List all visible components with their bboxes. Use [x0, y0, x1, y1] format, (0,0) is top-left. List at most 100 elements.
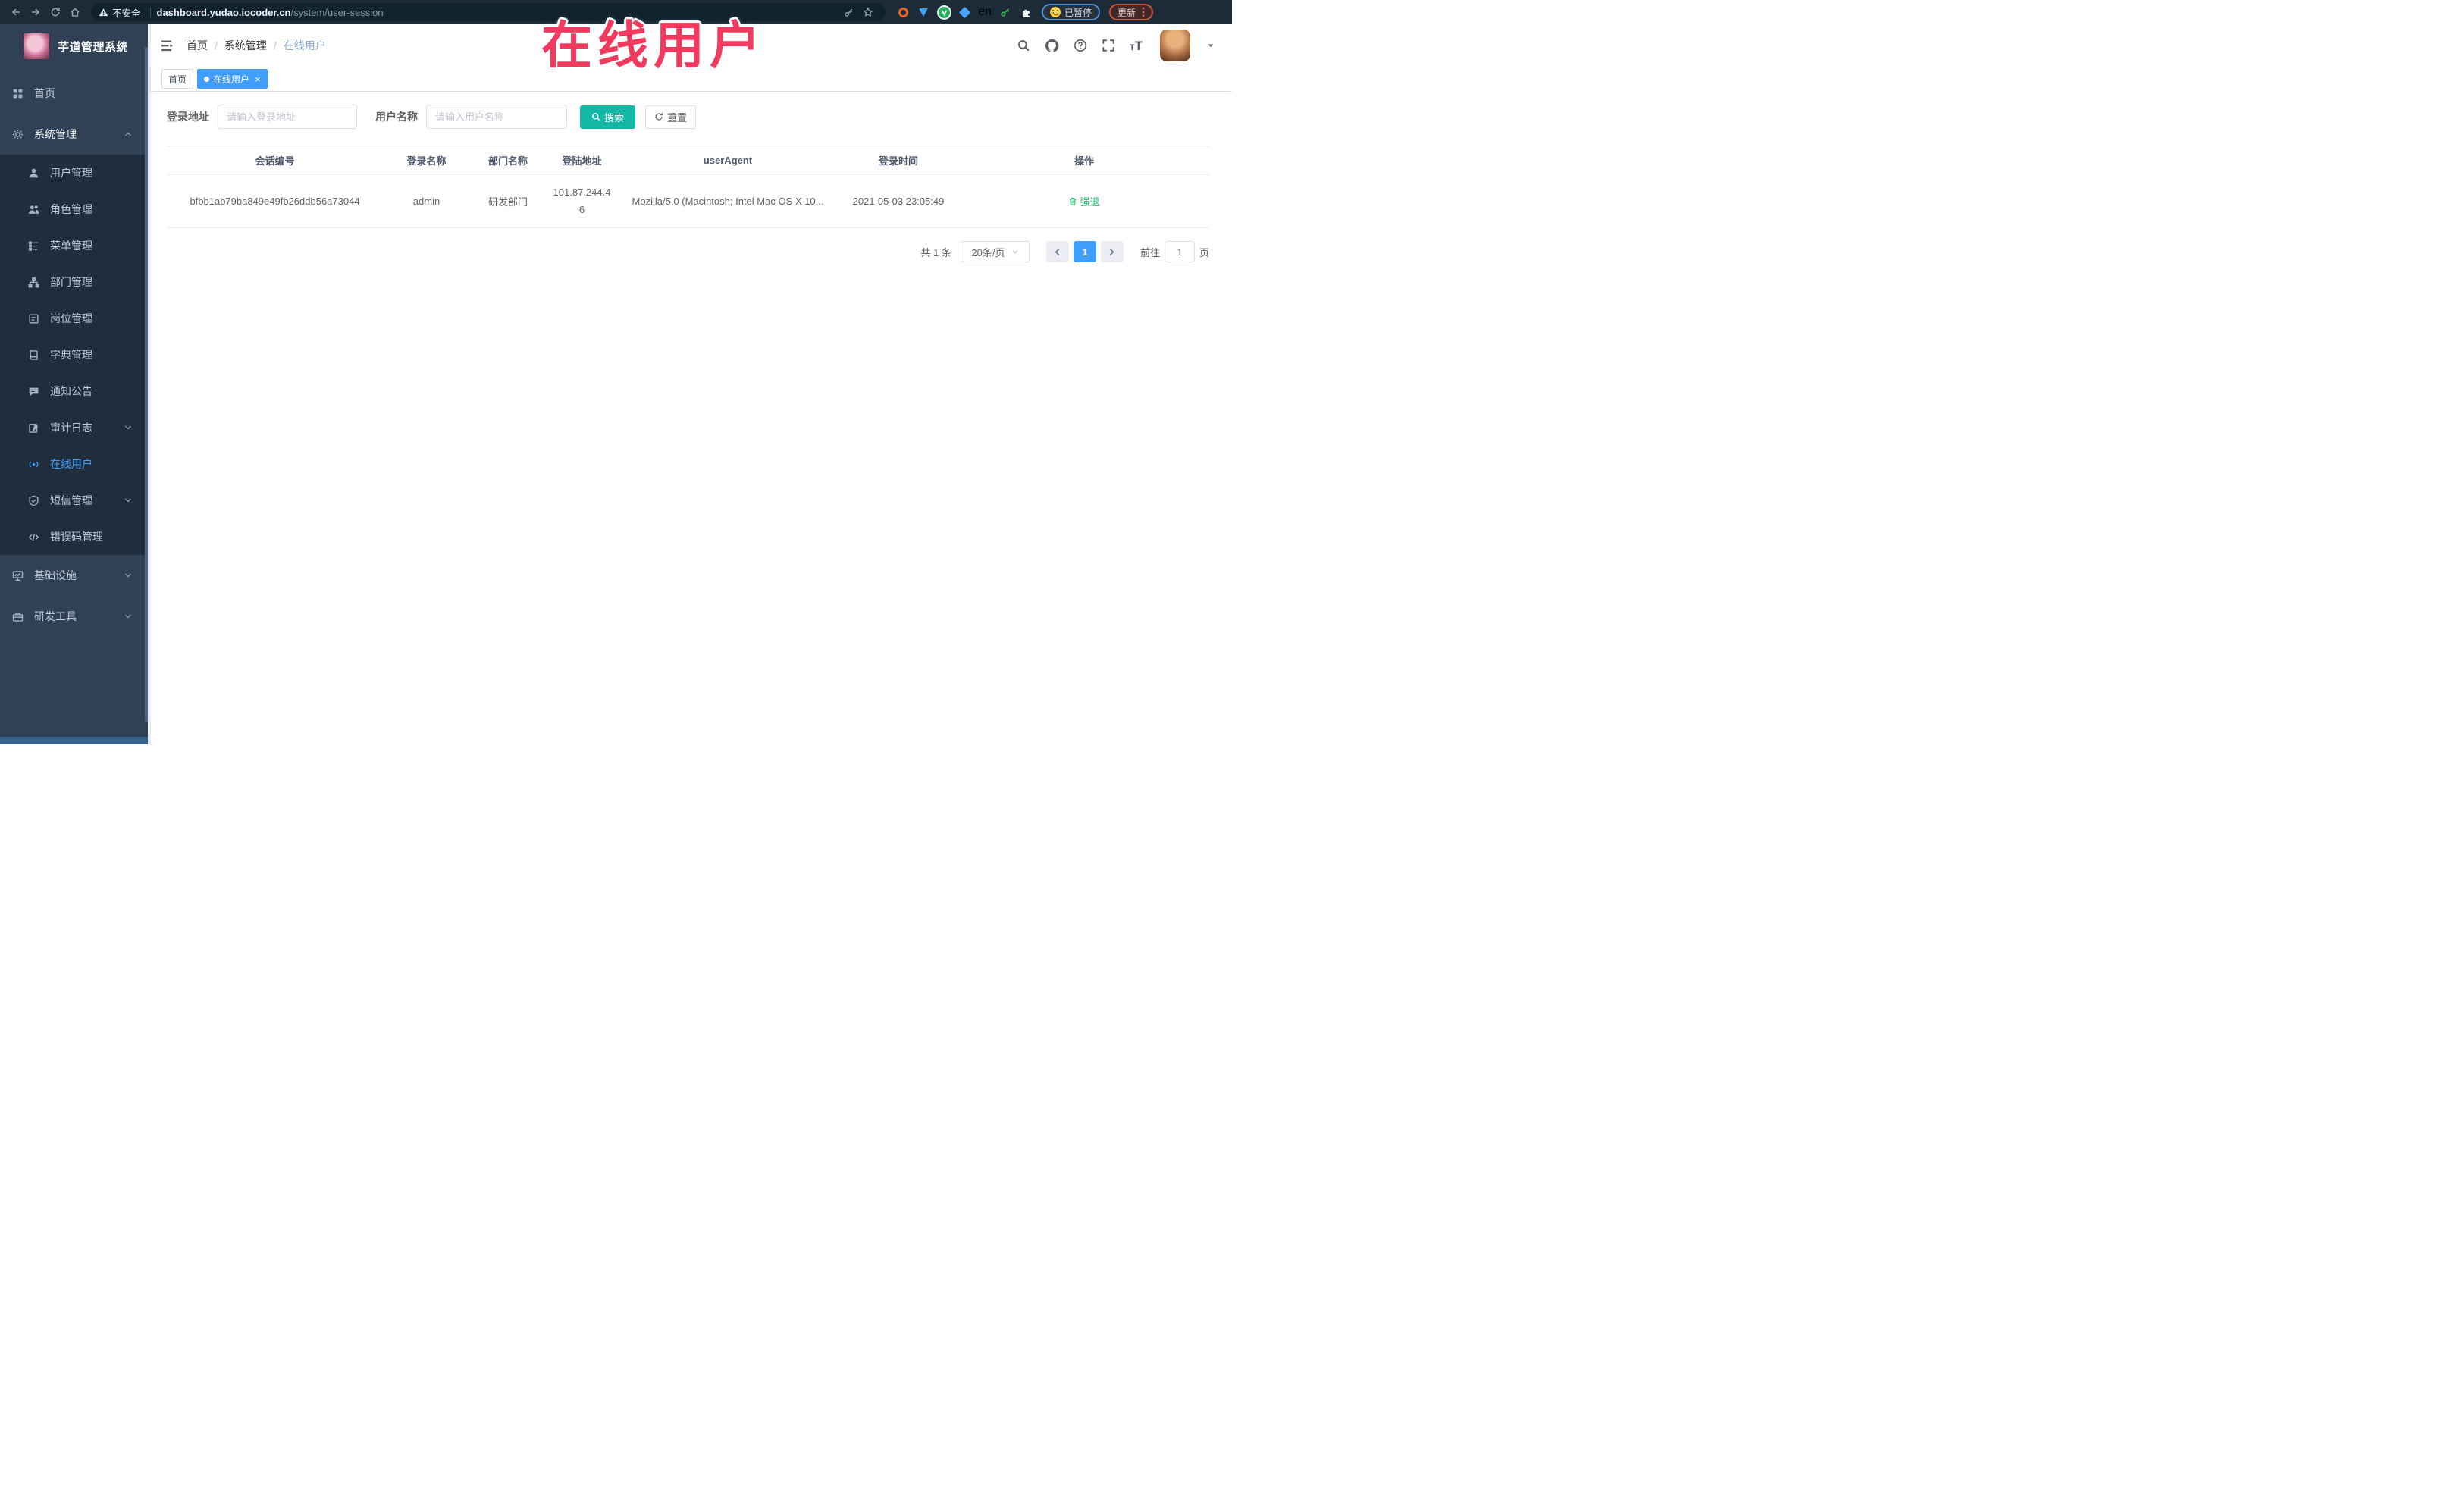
sidebar-item-label: 系统管理 — [34, 128, 77, 140]
extension-translate-icon[interactable]: en — [978, 5, 992, 19]
url-text: dashboard.yudao.iocoder.cn/system/user-s… — [157, 7, 839, 18]
filter-form: 登录地址 用户名称 搜索 重置 — [167, 105, 1209, 129]
navbar-actions: TT — [1017, 30, 1215, 61]
extension-drop-icon[interactable] — [917, 5, 930, 19]
close-tab-icon[interactable]: × — [255, 74, 261, 84]
username-input[interactable] — [426, 105, 567, 129]
browser-menu-dots-icon[interactable] — [1142, 7, 1145, 17]
extension-orange-icon[interactable] — [896, 5, 910, 19]
sidebar-logo[interactable]: 芋道管理系统 — [0, 24, 148, 68]
force-logout-button[interactable]: 强退 — [1068, 194, 1100, 208]
sidebar-item-label: 审计日志 — [50, 422, 92, 434]
browser-home-icon[interactable] — [65, 4, 85, 20]
reset-button[interactable]: 重置 — [645, 105, 696, 129]
login-address-input[interactable] — [218, 105, 357, 129]
sidebar-item-label: 基础设施 — [34, 569, 77, 581]
sidebar-item[interactable]: 菜单管理 — [0, 227, 148, 264]
column-header: userAgent — [703, 155, 753, 166]
column-header: 操作 — [1074, 155, 1094, 167]
fullscreen-icon[interactable] — [1102, 39, 1115, 52]
hamburger-icon[interactable] — [161, 40, 174, 52]
github-icon[interactable] — [1045, 39, 1059, 53]
sidebar-item[interactable]: 字典管理 — [0, 337, 148, 373]
next-page-button[interactable] — [1100, 241, 1124, 262]
sidebar-item[interactable]: 通知公告 — [0, 373, 148, 409]
extension-key-icon[interactable] — [998, 5, 1012, 19]
dict-icon — [28, 350, 39, 361]
logo-title: 芋道管理系统 — [58, 40, 129, 54]
sidebar-item[interactable]: 短信管理 — [0, 482, 148, 519]
table-body: bfbb1ab79ba849e49fb26ddb56a73044 admin 研发部… — [167, 175, 1209, 228]
security-warning-icon[interactable] — [99, 8, 108, 17]
search-button[interactable]: 搜索 — [580, 105, 635, 129]
tags-view-bar: 首页 在线用户 × — [151, 67, 1232, 92]
goto-page: 前往 页 — [1140, 241, 1209, 262]
sidebar-item[interactable]: 角色管理 — [0, 191, 148, 227]
page-unit-label: 页 — [1199, 246, 1209, 259]
caret-down-icon[interactable] — [1206, 41, 1215, 50]
cell-login-ip: 101.87.244.46 — [546, 184, 618, 218]
extension-green-v-icon[interactable] — [937, 5, 951, 19]
goto-page-input[interactable] — [1164, 241, 1195, 262]
breadcrumb-item[interactable]: 首页 — [187, 38, 208, 53]
sidebar-item[interactable]: 审计日志 — [0, 409, 148, 446]
breadcrumb-item: 在线用户 — [283, 39, 326, 52]
sidebar-item-label: 角色管理 — [50, 203, 92, 215]
username-label: 用户名称 — [375, 111, 418, 123]
cell-login-name: admin — [412, 196, 440, 207]
browser-forward-icon[interactable] — [26, 4, 45, 20]
sidebar-item[interactable]: 在线用户 — [0, 446, 148, 482]
gear-icon — [12, 129, 24, 140]
bookmark-star-icon[interactable] — [858, 4, 878, 20]
logo-image — [24, 33, 49, 59]
font-size-icon[interactable]: TT — [1130, 39, 1143, 52]
extensions-puzzle-icon[interactable] — [1019, 5, 1033, 19]
table-header-row: 会话编号 登录名称 部门名称 登陆地址 userAgent 登录时间 操作 — [167, 146, 1209, 175]
sidebar-item[interactable]: 基础设施 — [0, 555, 148, 596]
main-area: 首页/系统管理/在线用户 TT 首页在线用户× 登录地址 用户名称 — [148, 24, 1232, 744]
tag-view-tab[interactable]: 在线用户 × — [197, 69, 268, 89]
goto-label: 前往 — [1140, 246, 1160, 259]
roles-icon — [28, 204, 39, 215]
browser-reload-icon[interactable] — [45, 4, 65, 20]
user-session-table: 会话编号 登录名称 部门名称 登陆地址 userAgent 登录时间 操作 bfbb1ab7… — [167, 146, 1209, 228]
chevron-down-icon — [124, 571, 133, 580]
menu-list-icon — [28, 240, 39, 252]
sidebar-item-label: 部门管理 — [50, 276, 92, 288]
sidebar-bottom-strip — [0, 737, 148, 744]
org-tree-icon — [28, 277, 39, 288]
sms-icon — [28, 495, 39, 506]
sidebar-item[interactable]: 部门管理 — [0, 264, 148, 300]
cell-login-time: 2021-05-03 23:05:49 — [852, 196, 945, 207]
sidebar-item[interactable]: 岗位管理 — [0, 300, 148, 337]
paused-badge[interactable]: 已暂停 — [1042, 4, 1101, 20]
user-icon — [28, 168, 39, 179]
sidebar-item[interactable]: 用户管理 — [0, 155, 148, 191]
audit-log-icon — [28, 422, 39, 434]
sidebar-item[interactable]: 首页 — [0, 73, 148, 114]
sidebar-item[interactable]: 错误码管理 — [0, 519, 148, 555]
browser-back-icon[interactable] — [6, 4, 26, 20]
url-domain: dashboard.yudao.iocoder.cn — [156, 6, 291, 18]
address-divider — [149, 7, 151, 17]
prev-page-button[interactable] — [1045, 241, 1069, 262]
update-button[interactable]: 更新 — [1109, 4, 1154, 20]
password-key-icon[interactable] — [839, 4, 858, 20]
column-header: 会话编号 — [255, 155, 295, 167]
address-bar[interactable]: 不安全 dashboard.yudao.iocoder.cn/system/us… — [91, 3, 886, 21]
page-number-button[interactable]: 1 — [1073, 241, 1096, 262]
chevron-down-icon — [1012, 250, 1017, 254]
cell-dept-name: 研发部门 — [487, 196, 528, 208]
extension-gem-icon[interactable] — [958, 5, 971, 19]
breadcrumb-separator: / — [215, 39, 218, 52]
avatar[interactable] — [1160, 30, 1190, 61]
sidebar-item[interactable]: 系统管理 — [0, 114, 148, 155]
help-icon[interactable] — [1074, 39, 1087, 52]
search-icon[interactable] — [1017, 39, 1030, 52]
breadcrumb-item[interactable]: 系统管理 — [224, 38, 267, 53]
page-size-select[interactable]: 20条/页 — [960, 241, 1030, 262]
sidebar-item-label: 在线用户 — [50, 458, 92, 470]
sidebar-item[interactable]: 研发工具 — [0, 596, 148, 637]
tag-view-tab[interactable]: 首页 — [161, 69, 194, 89]
column-header: 部门名称 — [487, 155, 528, 167]
